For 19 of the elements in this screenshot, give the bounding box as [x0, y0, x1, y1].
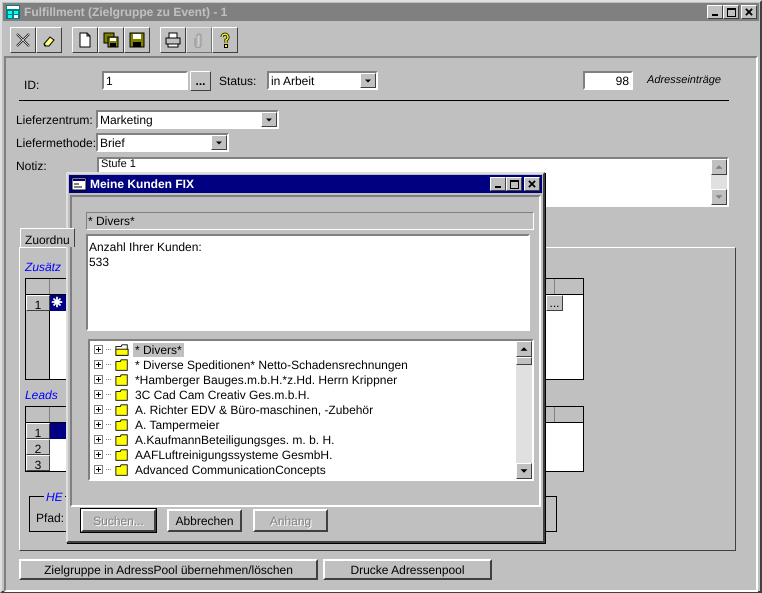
row-header: 2 [26, 439, 50, 455]
field-label: Notiz: [16, 158, 48, 175]
field-label: Lieferzentrum: [16, 112, 94, 128]
section-label: Zusätz [25, 259, 62, 276]
field-label: Liefermethode: [16, 134, 96, 152]
field-label: Pfad: [36, 510, 64, 527]
info-text: Anzahl Ihrer Kunden: [89, 240, 202, 255]
row-header: 1 [26, 295, 50, 311]
field-label: Adresseinträge [647, 73, 721, 88]
window-title: Meine Kunden FIX [90, 176, 194, 193]
row-header: 1 [26, 423, 50, 439]
row-header: 3 [26, 455, 50, 471]
info-text: 533 [89, 255, 110, 270]
section-label: Leads [25, 387, 58, 404]
current-item-field: * Divers* [86, 212, 534, 230]
field-label: ID: [24, 77, 40, 94]
field-label: Status: [219, 72, 258, 90]
window-title: Fulfillment (Zielgruppe zu Event) - 1 [24, 4, 228, 21]
count-field: 98 [583, 71, 633, 90]
